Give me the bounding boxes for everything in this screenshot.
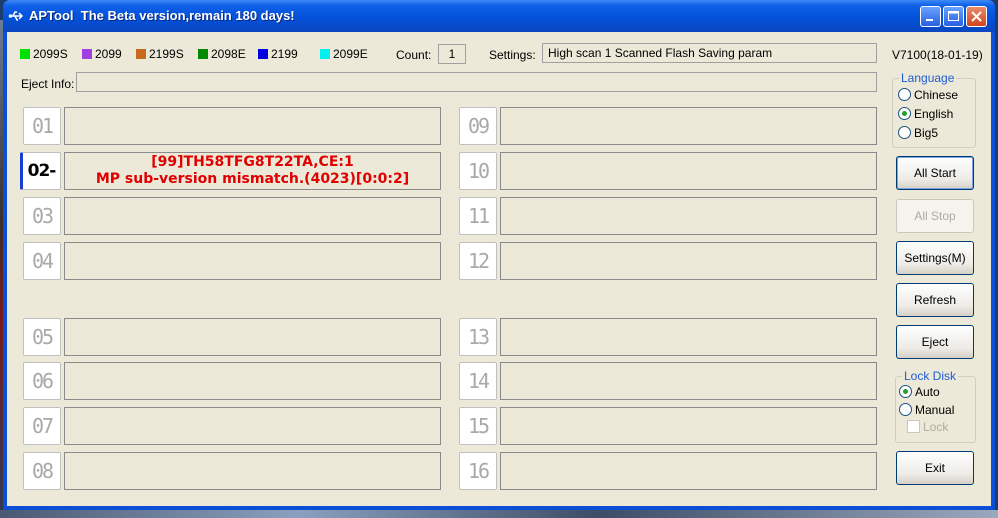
exit-button[interactable]: Exit <box>896 451 974 485</box>
slot-status-line: MP sub-version mismatch.(4023)[0:0:2] <box>95 171 410 187</box>
slot-status-box-7 <box>64 407 441 445</box>
slot-status-box-14 <box>500 362 877 400</box>
slot-number-10: 10 <box>459 152 497 190</box>
radio-button-icon[interactable] <box>898 126 911 139</box>
slot-number-8: 08 <box>23 452 61 490</box>
slot-status-box-9 <box>500 107 877 145</box>
radio-button-icon[interactable] <box>898 88 911 101</box>
language-group-title: Language <box>899 71 957 85</box>
slot-number-2: 02-E <box>20 152 61 217</box>
slot-number-15: 15 <box>459 407 497 445</box>
legend-2199: 2199 <box>258 47 298 61</box>
slot-number-11: 11 <box>459 197 497 235</box>
slot-number-7: 07 <box>23 407 61 445</box>
count-label: Count: <box>396 48 432 62</box>
legend-swatch <box>82 49 92 59</box>
window-title: APTool The Beta version,remain 180 days! <box>29 8 295 23</box>
settings-button[interactable]: Settings(M) <box>896 241 974 275</box>
language-option-english[interactable]: English <box>898 107 953 122</box>
slot-status-box-8 <box>64 452 441 490</box>
slot-number-4: 04 <box>23 242 61 280</box>
slot-number-1: 01 <box>23 107 61 145</box>
settings-field: High scan 1 Scanned Flash Saving param <box>542 43 877 63</box>
legend-swatch <box>198 49 208 59</box>
eject-info-label: Eject Info: <box>21 77 75 91</box>
eject-info-field <box>76 72 877 92</box>
slot-status-box-6 <box>64 362 441 400</box>
language-option-chinese[interactable]: Chinese <box>898 88 958 103</box>
slot-status-box-3 <box>64 197 441 235</box>
legend-2099e: 2099E <box>320 47 368 61</box>
legend-2199s: 2199S <box>136 47 184 61</box>
legend-swatch <box>136 49 146 59</box>
slot-status-box-2: [99]TH58TFG8T22TA,CE:1 MP sub-version mis… <box>64 152 441 190</box>
slot-status-box-11 <box>500 197 877 235</box>
version-label: V7100(18-01-19) <box>892 48 983 62</box>
title-bar[interactable]: APTool The Beta version,remain 180 days! <box>3 0 995 32</box>
maximize-button[interactable] <box>943 6 964 27</box>
slot-number-16: 16 <box>459 452 497 490</box>
slot-number-14: 14 <box>459 362 497 400</box>
usb-app-icon <box>8 8 24 24</box>
slot-number-9: 09 <box>459 107 497 145</box>
slot-status-box-10 <box>500 152 877 190</box>
slot-number-13: 13 <box>459 318 497 356</box>
slot-status-box-4 <box>64 242 441 280</box>
slot-status-box-1 <box>64 107 441 145</box>
slot-number-3: 03 <box>23 197 61 235</box>
language-option-big5[interactable]: Big5 <box>898 126 938 141</box>
aptool-window: APTool The Beta version,remain 180 days!… <box>3 0 995 510</box>
minimize-button[interactable] <box>920 6 941 27</box>
all-stop-button[interactable]: All Stop <box>896 199 974 233</box>
legend-swatch <box>20 49 30 59</box>
slot-status-message: [99]TH58TFG8T22TA,CE:1 MP sub-version mis… <box>65 153 440 188</box>
settings-label: Settings: <box>489 48 536 62</box>
slot-status-box-16 <box>500 452 877 490</box>
all-start-button[interactable]: All Start <box>896 156 974 190</box>
checkbox-icon[interactable] <box>907 420 920 433</box>
slot-status-box-5 <box>64 318 441 356</box>
main-panel: 2099S 2099 2199S 2098E 2199 2099E Count:… <box>7 32 991 506</box>
slot-number-12: 12 <box>459 242 497 280</box>
legend-2099s: 2099S <box>20 47 68 61</box>
legend-2098e: 2098E <box>198 47 246 61</box>
slot-status-line: [99]TH58TFG8T22TA,CE:1 <box>151 154 354 170</box>
language-group: Language Chinese English Big5 <box>892 71 976 148</box>
slot-status-box-15 <box>500 407 877 445</box>
slot-number-6: 06 <box>23 362 61 400</box>
slot-status-box-13 <box>500 318 877 356</box>
radio-button-selected-icon[interactable] <box>898 107 911 120</box>
legend-swatch <box>258 49 268 59</box>
close-button[interactable] <box>966 6 987 27</box>
radio-button-selected-icon[interactable] <box>899 385 912 398</box>
legend-swatch <box>320 49 330 59</box>
eject-button[interactable]: Eject <box>896 325 974 359</box>
desktop-taskbar-edge <box>0 510 998 518</box>
radio-button-icon[interactable] <box>899 403 912 416</box>
lock-disk-group-title: Lock Disk <box>902 369 959 383</box>
lock-disk-group: Lock Disk Auto Manual Lock <box>895 369 976 443</box>
lock-checkbox[interactable]: Lock <box>907 420 948 435</box>
lock-manual-option[interactable]: Manual <box>899 403 954 418</box>
count-value: 1 <box>438 44 466 64</box>
slot-number-5: 05 <box>23 318 61 356</box>
lock-auto-option[interactable]: Auto <box>899 385 940 400</box>
refresh-button[interactable]: Refresh <box>896 283 974 317</box>
slot-status-box-12 <box>500 242 877 280</box>
legend-2099: 2099 <box>82 47 122 61</box>
